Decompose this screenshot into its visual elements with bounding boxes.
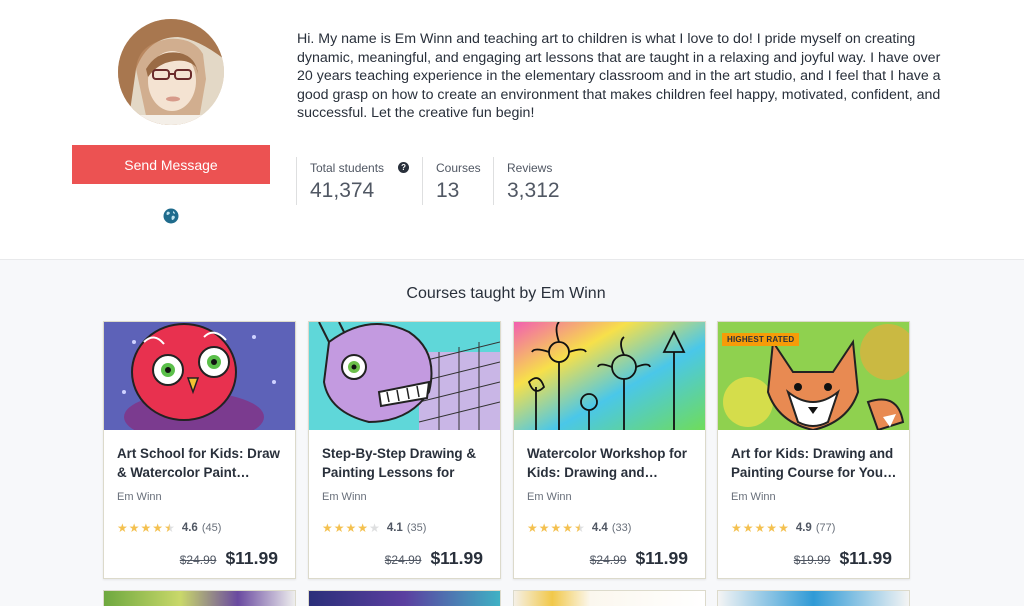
rating-value: 4.9	[795, 522, 812, 534]
course-title[interactable]: Step-By-Step Drawing & Painting Lessons …	[322, 444, 490, 482]
sale-price: $11.99	[635, 548, 688, 568]
star-icon: ★	[117, 521, 128, 535]
stat-label: Reviews	[507, 160, 553, 175]
course-card[interactable]: Art School for Kids: Draw & Watercolor P…	[103, 321, 296, 579]
rating-value: 4.6	[181, 522, 198, 534]
original-price: $19.99	[793, 553, 831, 567]
course-thumbnail[interactable]: HIGHEST RATED	[718, 322, 909, 430]
course-price: $24.99 $11.99	[180, 548, 278, 569]
star-rating: ★ ★ ★ ★ ★	[322, 522, 381, 534]
star-rating: ★ ★ ★ ★ ★	[527, 522, 586, 534]
course-card-peek[interactable]	[717, 590, 910, 606]
avatar	[118, 19, 224, 125]
star-icon: ★	[128, 521, 140, 535]
course-author: Em Winn	[117, 491, 162, 503]
stat-value: 13	[436, 179, 460, 202]
stat-total-students: Total students ? 41,374	[296, 157, 422, 205]
sale-price: $11.99	[225, 548, 278, 568]
course-thumbnail[interactable]	[309, 322, 500, 430]
course-price: $19.99 $11.99	[794, 548, 892, 569]
course-title[interactable]: Art School for Kids: Draw & Watercolor P…	[117, 444, 285, 482]
star-icon: ★	[369, 521, 380, 535]
stat-value: 3,312	[507, 179, 560, 202]
course-price: $24.99 $11.99	[590, 548, 688, 569]
send-message-button[interactable]: Send Message	[72, 145, 270, 184]
original-price: $24.99	[384, 553, 422, 567]
rating-count: (45)	[201, 522, 222, 534]
course-thumbnail[interactable]	[514, 322, 705, 430]
star-rating: ★ ★ ★ ★ ★	[731, 522, 790, 534]
rating-value: 4.1	[386, 522, 403, 534]
star-rating: ★ ★ ★ ★ ★	[117, 522, 176, 534]
course-card-peek[interactable]	[308, 590, 501, 606]
help-icon[interactable]: ?	[398, 162, 410, 173]
rating-count: (35)	[406, 522, 427, 534]
course-title[interactable]: Watercolor Workshop for Kids: Drawing an…	[527, 444, 695, 482]
stat-courses: Courses 13	[422, 157, 493, 205]
course-card-peek[interactable]	[103, 590, 296, 606]
sale-price: $11.99	[839, 548, 892, 568]
star-icon: ★	[527, 521, 538, 535]
course-author: Em Winn	[731, 491, 776, 503]
course-rating: ★ ★ ★ ★ ★ 4.4 (33)	[527, 521, 631, 535]
stat-label: Total students	[310, 160, 385, 175]
star-icon: ★	[152, 521, 164, 535]
rating-count: (77)	[815, 522, 836, 534]
flowers-painting-icon	[514, 322, 705, 430]
course-title[interactable]: Art for Kids: Drawing and Painting Cours…	[731, 444, 899, 482]
course-rating: ★ ★ ★ ★ ★ 4.9 (77)	[731, 521, 835, 535]
course-price: $24.99 $11.99	[385, 548, 483, 569]
section-title: Courses taught by Em Winn	[406, 285, 606, 302]
star-icon: ★	[562, 521, 574, 535]
rating-value: 4.4	[591, 522, 608, 534]
star-icon: ★	[778, 521, 789, 535]
stat-label: Courses	[436, 160, 481, 175]
course-rating: ★ ★ ★ ★ ★ 4.6 (45)	[117, 521, 221, 535]
star-icon: ★	[574, 521, 585, 535]
star-icon: ★	[333, 521, 345, 535]
star-icon: ★	[742, 521, 754, 535]
rating-count: (33)	[611, 522, 632, 534]
course-card[interactable]: HIGHEST RATED Art for Kids: Drawing and …	[717, 321, 910, 579]
stat-reviews: Reviews 3,312	[493, 157, 583, 205]
star-icon: ★	[550, 521, 562, 535]
globe-icon[interactable]	[163, 208, 179, 224]
sale-price: $11.99	[430, 548, 483, 568]
course-card[interactable]: Watercolor Workshop for Kids: Drawing an…	[513, 321, 706, 579]
instructor-header: Send Message Hi. My name is Em Winn and …	[0, 0, 1024, 259]
star-icon: ★	[345, 521, 357, 535]
star-icon: ★	[538, 521, 550, 535]
instructor-photo-icon	[118, 19, 224, 125]
stat-value: 41,374	[310, 179, 375, 202]
original-price: $24.99	[589, 553, 627, 567]
star-icon: ★	[766, 521, 778, 535]
course-thumbnail[interactable]	[104, 322, 295, 430]
course-author: Em Winn	[527, 491, 572, 503]
star-icon: ★	[731, 521, 742, 535]
highest-rated-badge: HIGHEST RATED	[722, 333, 800, 346]
star-icon: ★	[754, 521, 766, 535]
owl-painting-icon	[104, 322, 295, 430]
star-icon: ★	[322, 521, 333, 535]
course-rating: ★ ★ ★ ★ ★ 4.1 (35)	[322, 521, 426, 535]
instructor-bio: Hi. My name is Em Winn and teaching art …	[297, 31, 941, 122]
original-price: $24.99	[179, 553, 217, 567]
course-author: Em Winn	[322, 491, 367, 503]
star-icon: ★	[357, 521, 369, 535]
star-icon: ★	[164, 521, 175, 535]
star-icon: ★	[140, 521, 152, 535]
instructor-stats: Total students ? 41,374 Courses 13 Revie…	[296, 157, 583, 205]
course-card[interactable]: Step-By-Step Drawing & Painting Lessons …	[308, 321, 501, 579]
course-card-peek[interactable]	[513, 590, 706, 606]
dragon-painting-icon	[309, 322, 500, 430]
